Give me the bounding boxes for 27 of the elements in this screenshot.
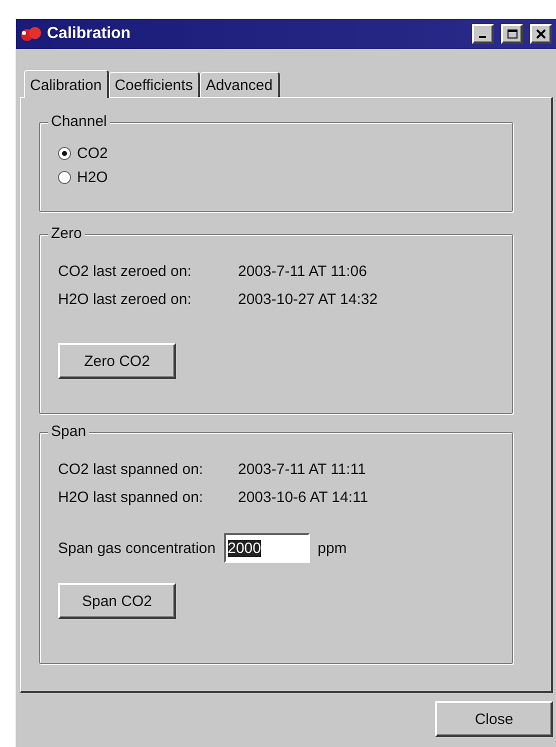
input-field[interactable]: 2000 (224, 533, 310, 563)
tab[interactable]: Advanced (200, 72, 280, 97)
tab[interactable]: Calibration (24, 70, 109, 98)
radio-button[interactable] (58, 146, 71, 160)
window-title: Calibration (47, 25, 132, 43)
zero-button[interactable]: Zero CO2 (58, 343, 176, 379)
app-icon (20, 25, 42, 43)
radio-label: CO2 (77, 144, 108, 162)
tab[interactable]: Coefficients (108, 72, 200, 97)
date-value: 2003-7-11 AT 11:11 (238, 460, 367, 478)
group-title: Span (48, 423, 90, 440)
radio-button[interactable] (58, 170, 71, 184)
date-label: H2O last spanned on: (58, 488, 204, 506)
span-button[interactable]: Span CO2 (58, 583, 176, 619)
date-label: H2O last zeroed on: (58, 290, 192, 308)
date-label: CO2 last spanned on: (58, 460, 204, 478)
minimize-icon[interactable] (472, 24, 494, 44)
maximize-icon[interactable] (501, 24, 523, 44)
field-label: Span gas concentration (58, 540, 216, 556)
date-value: 2003-10-6 AT 14:11 (238, 488, 370, 506)
date-label: CO2 last zeroed on: (58, 262, 192, 280)
unit-label: ppm (318, 540, 347, 556)
close-button[interactable]: Close (435, 701, 553, 737)
close-icon[interactable] (530, 24, 552, 44)
radio-label: H2O (77, 168, 108, 186)
date-value: 2003-7-11 AT 11:06 (238, 262, 368, 280)
date-value: 2003-10-27 AT 14:32 (238, 290, 379, 308)
